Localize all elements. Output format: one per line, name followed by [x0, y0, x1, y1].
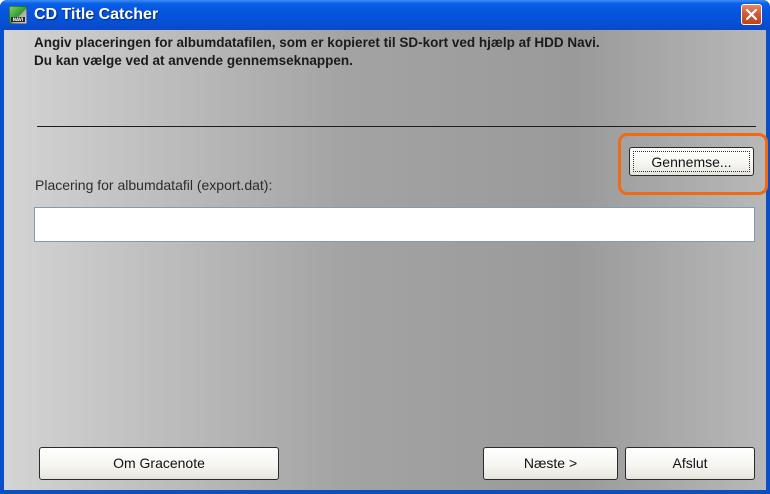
title-bar[interactable]: NAVI CD Title Catcher	[0, 0, 770, 30]
next-button[interactable]: Næste >	[483, 447, 618, 480]
app-icon-text: NAVI	[11, 17, 25, 22]
window-title: CD Title Catcher	[34, 6, 159, 23]
about-gracenote-button[interactable]: Om Gracenote	[39, 447, 279, 480]
close-button[interactable]	[741, 4, 762, 25]
close-icon	[746, 9, 757, 20]
dialog-content: Angiv placeringen for albumdatafilen, so…	[4, 30, 768, 490]
album-data-file-path-input[interactable]	[34, 207, 755, 242]
cd-title-catcher-window: NAVI CD Title Catcher Angiv placeringen …	[0, 0, 770, 494]
app-icon: NAVI	[9, 6, 27, 24]
divider	[37, 126, 756, 127]
instructions-line-1: Angiv placeringen for albumdatafilen, so…	[34, 35, 600, 50]
browse-button[interactable]: Gennemse...	[629, 147, 754, 176]
instructions-text: Angiv placeringen for albumdatafilen, so…	[34, 34, 760, 70]
instructions-line-2: Du kan vælge ved at anvende gennemseknap…	[34, 53, 353, 68]
browse-button-label: Gennemse...	[651, 154, 732, 170]
location-field-label: Placering for albumdatafil (export.dat):	[35, 177, 273, 193]
quit-button[interactable]: Afslut	[625, 447, 755, 480]
